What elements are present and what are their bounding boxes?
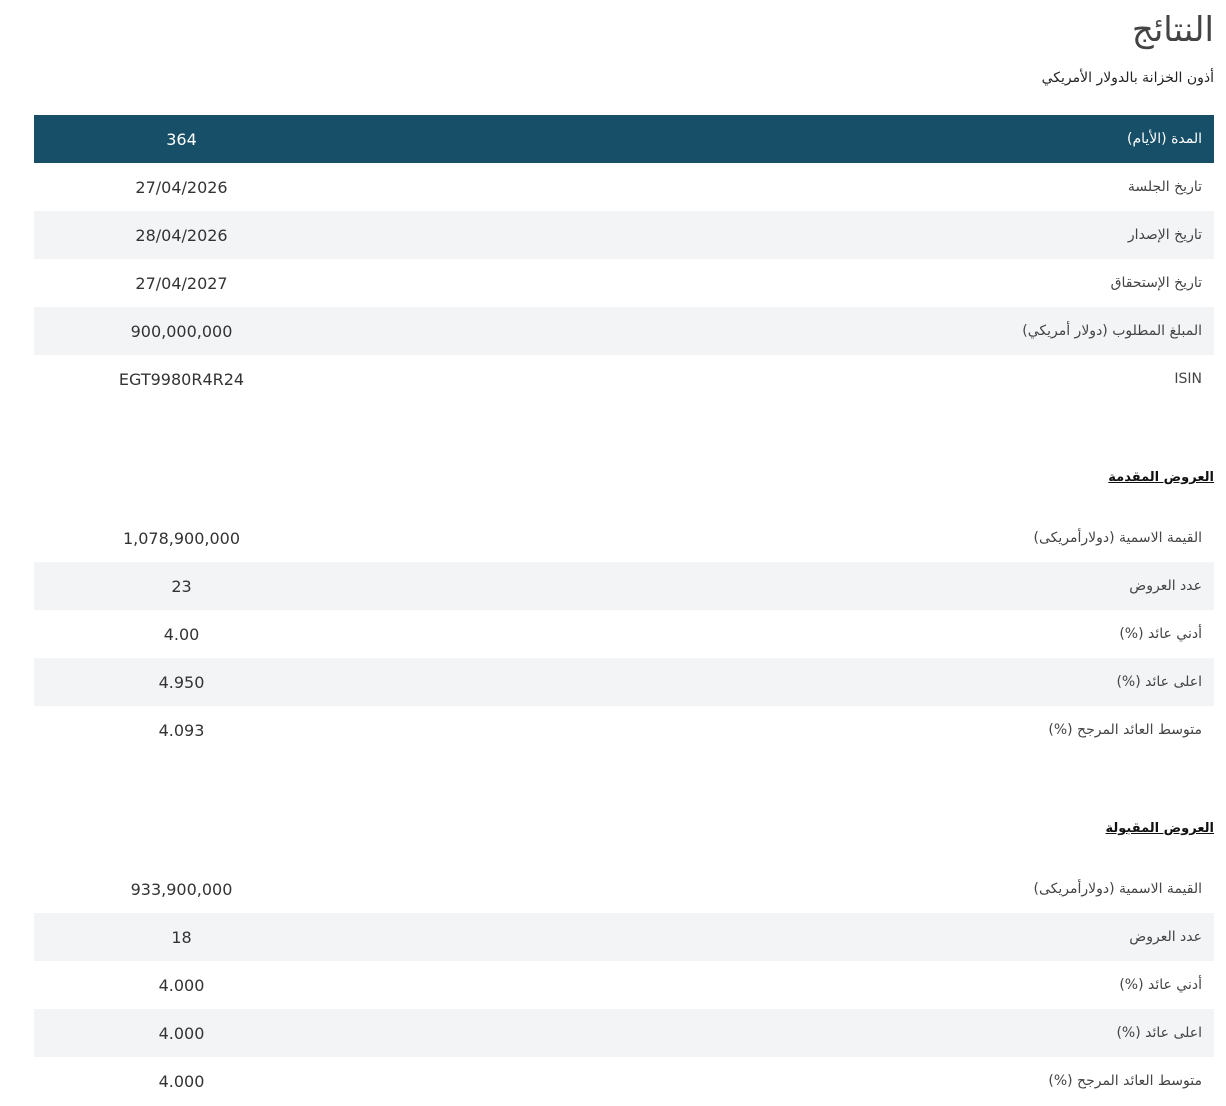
row-label: المبلغ المطلوب (دولار أمريكي) xyxy=(329,307,1214,355)
table-row-requested-amount: المبلغ المطلوب (دولار أمريكي) 900,000,00… xyxy=(34,307,1214,355)
row-value: 27/04/2027 xyxy=(135,273,228,293)
row-label: القيمة الاسمية (دولارأمريكى) xyxy=(1033,530,1202,546)
table-row-nominal-value: القيمة الاسمية (دولارأمريكى) 1,078,900,0… xyxy=(34,514,1214,562)
row-label: ISIN xyxy=(1174,371,1202,387)
row-value: 4.950 xyxy=(34,658,329,706)
row-label: متوسط العائد المرجح (%) xyxy=(1048,1073,1202,1089)
table-row-max-yield: اعلى عائد (%) 4.950 xyxy=(34,658,1214,706)
row-label: تاريخ الجلسة xyxy=(1127,179,1202,195)
page-subtitle: أذون الخزانة بالدولار الأمريكي xyxy=(1041,70,1214,86)
table-row-isin: ISIN EGT9980R4R24 xyxy=(34,355,1214,403)
submitted-bids-table: القيمة الاسمية (دولارأمريكى) 1,078,900,0… xyxy=(34,514,1214,754)
row-label: متوسط العائد المرجح (%) xyxy=(1048,722,1202,738)
accepted-bids-heading: العروض المقبولة xyxy=(1105,821,1215,836)
row-value: 28/04/2026 xyxy=(34,211,329,259)
row-label: القيمة الاسمية (دولارأمريكى) xyxy=(1033,881,1202,897)
main-details-table: المدة (الأيام) 364 تاريخ الجلسة 27/04/20… xyxy=(34,115,1214,403)
row-value: EGT9980R4R24 xyxy=(118,369,245,389)
row-value: 900,000,000 xyxy=(34,307,329,355)
row-value: 4.000 xyxy=(158,975,205,995)
table-row-bid-count: عدد العروض 23 xyxy=(34,562,1214,610)
row-label: اعلى عائد (%) xyxy=(329,658,1214,706)
row-label: أدني عائد (%) xyxy=(1119,626,1202,642)
row-label: أدني عائد (%) xyxy=(1119,977,1202,993)
table-row-session-date: تاريخ الجلسة 27/04/2026 xyxy=(34,163,1214,211)
table-row-duration: المدة (الأيام) 364 xyxy=(34,115,1214,163)
table-row-bid-count: عدد العروض 18 xyxy=(34,913,1214,961)
row-value: 27/04/2026 xyxy=(135,177,228,197)
row-value: 4.00 xyxy=(163,624,200,644)
table-row-nominal-value: القيمة الاسمية (دولارأمريكى) 933,900,000 xyxy=(34,865,1214,913)
row-value: 4.093 xyxy=(158,720,205,740)
row-value: 18 xyxy=(34,913,329,961)
row-value: 23 xyxy=(34,562,329,610)
row-label: عدد العروض xyxy=(329,913,1214,961)
row-value: 4.000 xyxy=(158,1071,205,1091)
table-row-maturity-date: تاريخ الإستحقاق 27/04/2027 xyxy=(34,259,1214,307)
row-label: المدة (الأيام) xyxy=(329,115,1214,163)
table-row-max-yield: اعلى عائد (%) 4.000 xyxy=(34,1009,1214,1057)
table-row-issue-date: تاريخ الإصدار 28/04/2026 xyxy=(34,211,1214,259)
table-row-weighted-avg-yield: متوسط العائد المرجح (%) 4.093 xyxy=(34,706,1214,754)
table-row-min-yield: أدني عائد (%) 4.000 xyxy=(34,961,1214,1009)
row-label: تاريخ الإستحقاق xyxy=(1110,275,1202,291)
accepted-bids-table: القيمة الاسمية (دولارأمريكى) 933,900,000… xyxy=(34,865,1214,1105)
results-page: النتائج أذون الخزانة بالدولار الأمريكي ا… xyxy=(0,0,1226,1106)
page-title: النتائج xyxy=(1131,10,1214,50)
row-value: 1,078,900,000 xyxy=(122,528,241,548)
table-row-min-yield: أدني عائد (%) 4.00 xyxy=(34,610,1214,658)
row-label: تاريخ الإصدار xyxy=(329,211,1214,259)
row-label: اعلى عائد (%) xyxy=(329,1009,1214,1057)
row-value: 364 xyxy=(34,115,329,163)
submitted-bids-heading: العروض المقدمة xyxy=(1108,470,1214,485)
table-row-weighted-avg-yield: متوسط العائد المرجح (%) 4.000 xyxy=(34,1057,1214,1105)
row-value: 4.000 xyxy=(34,1009,329,1057)
row-value: 933,900,000 xyxy=(130,879,233,899)
row-label: عدد العروض xyxy=(329,562,1214,610)
